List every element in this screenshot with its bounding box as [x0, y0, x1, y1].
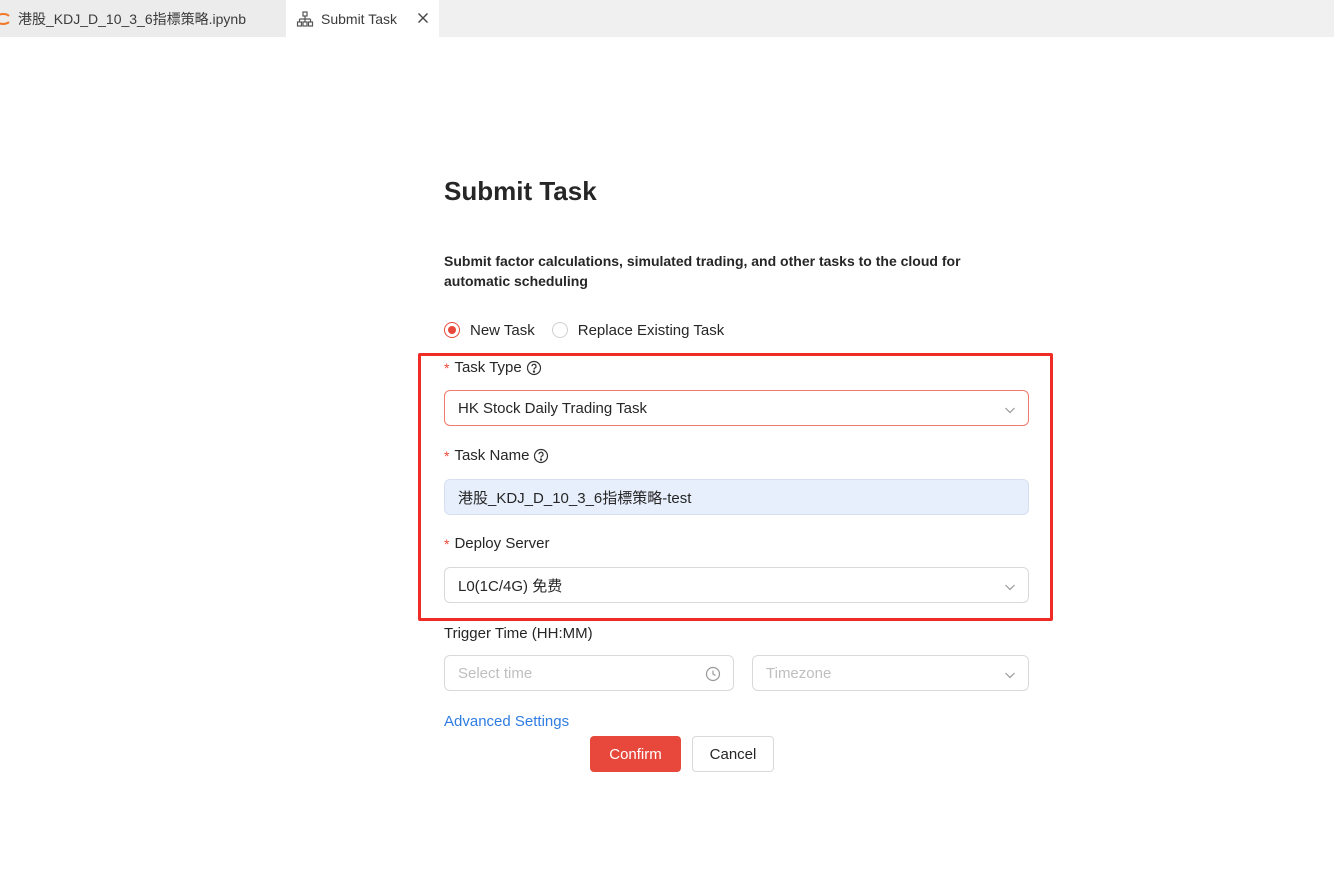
page-description: Submit factor calculations, simulated tr…	[444, 253, 961, 289]
required-mark: *	[444, 535, 450, 552]
radio-replace-existing-task-label[interactable]: Replace Existing Task	[578, 322, 724, 339]
task-name-value: 港股_KDJ_D_10_3_6指標策略-test	[458, 489, 692, 507]
deploy-server-label-text: Deploy Server	[454, 535, 550, 552]
task-name-input[interactable]: 港股_KDJ_D_10_3_6指標策略-test	[444, 479, 1029, 515]
tab-bar: 港股_KDJ_D_10_3_6指標策略.ipynb Submit Task	[0, 0, 1334, 37]
tab-submit-task[interactable]: Submit Task	[286, 0, 439, 37]
chevron-down-icon	[1004, 403, 1016, 415]
tab-submit-task-label: Submit Task	[321, 10, 397, 27]
radio-replace-existing-task[interactable]	[551, 322, 568, 338]
required-mark: *	[444, 359, 450, 376]
task-name-label: * Task Name	[444, 447, 549, 464]
task-type-value: HK Stock Daily Trading Task	[458, 399, 647, 417]
task-mode-radio-group: New Task Replace Existing Task	[444, 319, 741, 341]
clock-icon	[705, 666, 721, 682]
trigger-time-input[interactable]: Select time	[444, 655, 734, 691]
trigger-time-label: Trigger Time (HH:MM)	[444, 625, 593, 642]
confirm-button[interactable]: Confirm	[590, 736, 681, 772]
page-title: Submit Task	[444, 176, 597, 206]
chevron-down-icon	[1004, 668, 1016, 680]
advanced-settings-link[interactable]: Advanced Settings	[444, 713, 569, 730]
required-mark: *	[444, 447, 450, 464]
jupyter-notebook-icon	[0, 10, 12, 28]
tab-notebook[interactable]: 港股_KDJ_D_10_3_6指標策略.ipynb	[0, 0, 286, 37]
question-circle-icon[interactable]	[526, 360, 542, 376]
time-placeholder: Select time	[458, 664, 533, 682]
task-type-label: * Task Type	[444, 359, 542, 376]
deploy-server-select[interactable]: L0(1C/4G) 免费	[444, 567, 1029, 603]
question-circle-icon[interactable]	[533, 448, 549, 464]
timezone-select[interactable]: Timezone	[752, 655, 1029, 691]
cancel-button[interactable]: Cancel	[692, 736, 774, 772]
deploy-server-value: L0(1C/4G) 免费	[458, 577, 563, 595]
timezone-placeholder: Timezone	[766, 664, 832, 682]
sitemap-icon	[296, 10, 314, 28]
radio-new-task-label[interactable]: New Task	[470, 322, 535, 339]
task-name-label-text: Task Name	[454, 447, 530, 464]
task-type-select[interactable]: HK Stock Daily Trading Task	[444, 390, 1029, 426]
chevron-down-icon	[1004, 580, 1016, 592]
deploy-server-label: * Deploy Server	[444, 535, 550, 552]
task-type-label-text: Task Type	[454, 359, 522, 376]
radio-new-task[interactable]	[444, 322, 460, 338]
tab-notebook-label: 港股_KDJ_D_10_3_6指標策略.ipynb	[18, 10, 246, 27]
close-icon[interactable]	[415, 10, 431, 26]
